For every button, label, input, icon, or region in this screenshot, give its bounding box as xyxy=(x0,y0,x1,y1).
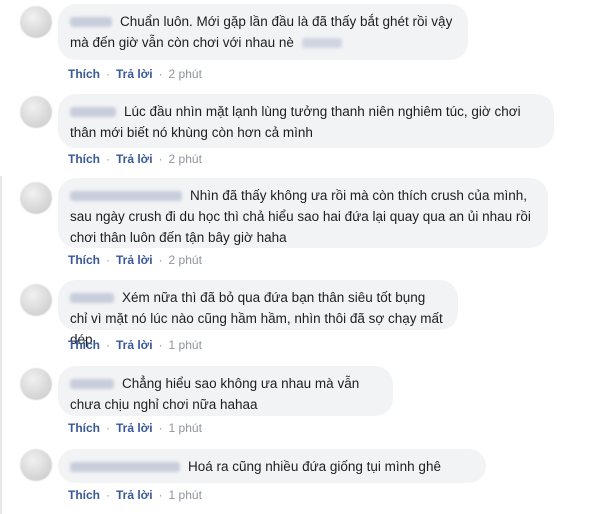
comment-actions: Thích · Trả lời · 2 phút xyxy=(68,253,202,267)
timestamp[interactable]: 1 phút xyxy=(169,488,202,502)
reply-link[interactable]: Trả lời xyxy=(116,67,153,81)
timestamp[interactable]: 1 phút xyxy=(169,338,202,352)
separator: · xyxy=(106,338,110,352)
comment-thread: Chuẩn luôn. Mới gặp lần đầu là đã thấy b… xyxy=(0,0,600,514)
tagged-name-blurred[interactable] xyxy=(301,38,342,49)
separator: · xyxy=(158,67,163,81)
comment-actions: Thích · Trả lời · 1 phút xyxy=(68,421,202,435)
comment-bubble: Hoá ra cũng nhiều đứa giống tụi mình ghê xyxy=(58,449,486,483)
like-link[interactable]: Thích xyxy=(68,488,100,502)
comment-bubble: Chẳng hiểu sao không ưa nhau mà vẫn chưa… xyxy=(58,366,393,416)
comment-actions: Thích · Trả lời · 2 phút xyxy=(68,67,202,81)
avatar[interactable] xyxy=(20,368,52,400)
separator: · xyxy=(106,421,110,435)
timestamp[interactable]: 1 phút xyxy=(169,421,202,435)
commenter-name-blurred[interactable] xyxy=(70,379,114,390)
like-link[interactable]: Thích xyxy=(68,421,100,435)
separator: · xyxy=(158,253,163,267)
comment-bubble: Xém nữa thì đã bỏ qua đứa bạn thân siêu … xyxy=(58,280,458,347)
timestamp[interactable]: 2 phút xyxy=(169,253,202,267)
comment-text: Lúc đầu nhìn mặt lạnh lùng tưởng thanh n… xyxy=(70,104,521,140)
comment-actions: Thích · Trả lời · 1 phút xyxy=(68,338,202,352)
commenter-name-blurred[interactable] xyxy=(70,462,180,473)
comment-text: Chuẩn luôn. Mới gặp lần đầu là đã thấy b… xyxy=(70,14,453,50)
reply-link[interactable]: Trả lời xyxy=(116,488,153,502)
reply-link[interactable]: Trả lời xyxy=(116,421,153,435)
separator: · xyxy=(158,488,163,502)
avatar[interactable] xyxy=(20,449,52,481)
comment-text: Hoá ra cũng nhiều đứa giống tụi mình ghê xyxy=(188,459,441,474)
commenter-name-blurred[interactable] xyxy=(70,191,182,202)
reply-link[interactable]: Trả lời xyxy=(116,338,153,352)
thread-divider xyxy=(0,176,2,514)
comment-actions: Thích · Trả lời · 1 phút xyxy=(68,488,202,502)
avatar[interactable] xyxy=(20,96,52,128)
separator: · xyxy=(106,152,110,166)
comment-bubble: Lúc đầu nhìn mặt lạnh lùng tưởng thanh n… xyxy=(58,94,554,148)
reply-link[interactable]: Trả lời xyxy=(116,152,153,166)
separator: · xyxy=(106,488,110,502)
comment-bubble: Chuẩn luôn. Mới gặp lần đầu là đã thấy b… xyxy=(58,4,468,60)
like-link[interactable]: Thích xyxy=(68,338,100,352)
reply-link[interactable]: Trả lời xyxy=(116,253,153,267)
timestamp[interactable]: 2 phút xyxy=(169,67,202,81)
separator: · xyxy=(106,253,110,267)
separator: · xyxy=(158,152,163,166)
avatar[interactable] xyxy=(20,284,52,316)
like-link[interactable]: Thích xyxy=(68,253,100,267)
like-link[interactable]: Thích xyxy=(68,67,100,81)
separator: · xyxy=(158,338,163,352)
comment-bubble: Nhìn đã thấy không ưa rồi mà còn thích c… xyxy=(58,178,548,248)
like-link[interactable]: Thích xyxy=(68,152,100,166)
avatar[interactable] xyxy=(20,6,52,38)
commenter-name-blurred[interactable] xyxy=(70,293,114,304)
separator: · xyxy=(106,67,110,81)
comment-actions: Thích · Trả lời · 2 phút xyxy=(68,152,202,166)
avatar[interactable] xyxy=(20,182,52,214)
commenter-name-blurred[interactable] xyxy=(70,17,112,28)
separator: · xyxy=(158,421,163,435)
commenter-name-blurred[interactable] xyxy=(70,107,116,118)
timestamp[interactable]: 2 phút xyxy=(169,152,202,166)
